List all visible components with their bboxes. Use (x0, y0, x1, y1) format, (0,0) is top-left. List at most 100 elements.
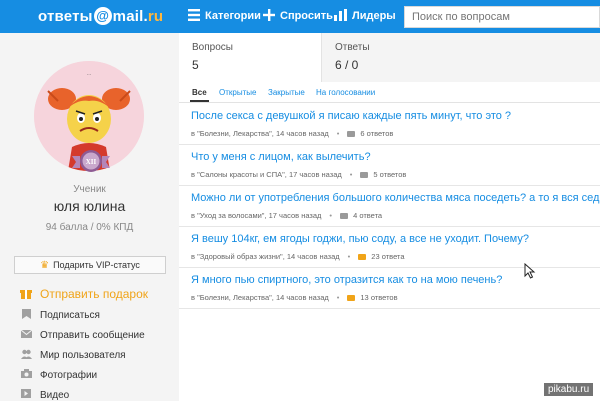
video-icon (20, 389, 32, 401)
question-time: 17 часов назад (288, 170, 342, 179)
menu-subscribe[interactable]: Подписаться (20, 305, 175, 325)
answer-count[interactable]: 5 ответов (373, 170, 406, 179)
list-item: Что у меня с лицом, как вылечить? в "Сал… (179, 145, 600, 186)
tab-answers[interactable]: Ответы 6 / 0 (321, 33, 600, 82)
list-item: Можно ли от употребления большого количе… (179, 186, 600, 227)
user-stats: 94 балла / 0% КПД (45, 222, 134, 233)
menu-send-gift[interactable]: Отправить подарок (20, 283, 175, 305)
grid-icon (188, 9, 200, 23)
question-link[interactable]: Можно ли от употребления большого количе… (191, 192, 600, 204)
top-bar: ответы @ mail.ru Категории Спросить Лидеры (0, 0, 600, 33)
answer-count[interactable]: 6 ответов (360, 129, 393, 138)
envelope-icon (20, 329, 32, 341)
watermark: pikabu.ru (544, 383, 594, 396)
tab-answers-count: 6 / 0 (335, 58, 359, 72)
comment-icon (360, 171, 369, 178)
count-tabs: Вопросы 5 Ответы 6 / 0 (179, 33, 600, 82)
answer-count[interactable]: 4 ответа (353, 211, 382, 220)
logo-at-sign: @ (93, 7, 112, 25)
question-meta: в "Салоны красоты и СПА", 17 часов назад… (191, 170, 407, 179)
question-meta: в "Болезни, Лекарства", 14 часов назад •… (191, 293, 398, 302)
comment-icon (347, 130, 356, 137)
menu-user-world[interactable]: Мир пользователя (20, 345, 175, 365)
tab-questions-label: Вопросы (192, 42, 233, 53)
crown-icon: ♛ (40, 259, 50, 271)
answer-count[interactable]: 13 ответов (360, 293, 397, 302)
menu-user-world-label: Мир пользователя (40, 349, 126, 361)
nav-categories-label: Категории (205, 10, 261, 22)
question-time: 14 часов назад (286, 252, 340, 261)
nav-ask-label: Спросить (280, 10, 333, 22)
camera-icon (20, 369, 32, 381)
question-link[interactable]: Я вешу 104кг, ем ягоды годжи, пью соду, … (191, 233, 588, 245)
logo-text-otvety: ответы (38, 8, 93, 25)
profile-sidebar: … XII Ученик юля юлина 94 балла / 0% КПД… (0, 33, 179, 401)
tab-questions-count: 5 (192, 58, 199, 72)
question-category[interactable]: в "Салоны красоты и СПА" (191, 170, 285, 179)
filter-open[interactable]: Открытые (219, 88, 256, 97)
logo-text-ru: ru (147, 8, 164, 25)
nav-categories[interactable]: Категории (188, 9, 261, 23)
question-link[interactable]: Что у меня с лицом, как вылечить? (191, 151, 588, 163)
separator-dot: • (329, 211, 333, 220)
menu-photos-label: Фотографии (40, 369, 98, 381)
gift-vip-label: Подарить VIP-статус (53, 260, 140, 270)
mouse-cursor-icon (524, 263, 536, 279)
main-content: Вопросы 5 Ответы 6 / 0 Все Открытые Закр… (179, 33, 600, 401)
rank-badge-text: XII (86, 158, 97, 166)
question-category[interactable]: в "Уход за волосами" (191, 211, 264, 220)
plus-icon (263, 9, 275, 23)
question-time: 14 часов назад (275, 293, 329, 302)
profile-menu: Отправить подарок Подписаться Отправить … (20, 283, 175, 401)
svg-text:…: … (87, 71, 92, 77)
comment-icon (340, 212, 349, 219)
question-category[interactable]: в "Здоровый образ жизни" (191, 252, 283, 261)
search-input[interactable] (404, 6, 600, 28)
user-name: юля юлина (53, 198, 126, 214)
separator-dot: • (349, 170, 353, 179)
answer-count[interactable]: 23 ответа (371, 252, 404, 261)
separator-dot: • (336, 129, 340, 138)
filter-voting[interactable]: На голосовании (316, 88, 375, 97)
user-rank: Ученик (73, 184, 106, 195)
separator-dot: • (336, 293, 340, 302)
site-logo[interactable]: ответы @ mail.ru (38, 7, 163, 25)
menu-subscribe-label: Подписаться (40, 309, 100, 321)
question-time: 14 часов назад (275, 129, 329, 138)
separator-dot: • (347, 252, 351, 261)
menu-send-message-label: Отправить сообщение (40, 329, 145, 341)
question-meta: в "Болезни, Лекарства", 14 часов назад •… (191, 129, 394, 138)
list-item: Я много пью спиртного, это отразится как… (179, 268, 600, 309)
menu-send-message[interactable]: Отправить сообщение (20, 325, 175, 345)
nav-leaders[interactable]: Лидеры (334, 9, 396, 23)
tab-answers-label: Ответы (335, 42, 370, 53)
question-link[interactable]: После секса с девушкой я писаю каждые пя… (191, 110, 588, 122)
comment-icon (358, 253, 367, 260)
list-item: Я вешу 104кг, ем ягоды годжи, пью соду, … (179, 227, 600, 268)
menu-video[interactable]: Видео (20, 385, 175, 401)
logo-text-mail: mail (112, 8, 144, 25)
bookmark-icon (20, 308, 32, 322)
menu-photos[interactable]: Фотографии (20, 365, 175, 385)
menu-video-label: Видео (40, 389, 70, 401)
filter-all[interactable]: Все (190, 88, 209, 102)
people-icon (20, 349, 32, 362)
rank-badge: XII (72, 148, 110, 174)
question-time: 17 часов назад (268, 211, 322, 220)
gift-icon (20, 287, 32, 302)
question-filters: Все Открытые Закрытые На голосовании (179, 83, 600, 103)
tab-questions[interactable]: Вопросы 5 (179, 33, 321, 82)
list-item: После секса с девушкой я писаю каждые пя… (179, 104, 600, 145)
question-meta: в "Здоровый образ жизни", 14 часов назад… (191, 252, 405, 261)
comment-icon (347, 294, 356, 301)
nav-leaders-label: Лидеры (352, 10, 396, 22)
nav-ask[interactable]: Спросить (263, 9, 333, 23)
question-category[interactable]: в "Болезни, Лекарства" (191, 129, 272, 138)
gift-vip-button[interactable]: ♛ Подарить VIP-статус (14, 256, 166, 274)
question-list: После секса с девушкой я писаю каждые пя… (179, 104, 600, 309)
question-category[interactable]: в "Болезни, Лекарства" (191, 293, 272, 302)
menu-send-gift-label: Отправить подарок (40, 287, 149, 301)
question-meta: в "Уход за волосами", 17 часов назад • 4… (191, 211, 383, 220)
bar-chart-icon (334, 9, 347, 23)
filter-closed[interactable]: Закрытые (268, 88, 305, 97)
